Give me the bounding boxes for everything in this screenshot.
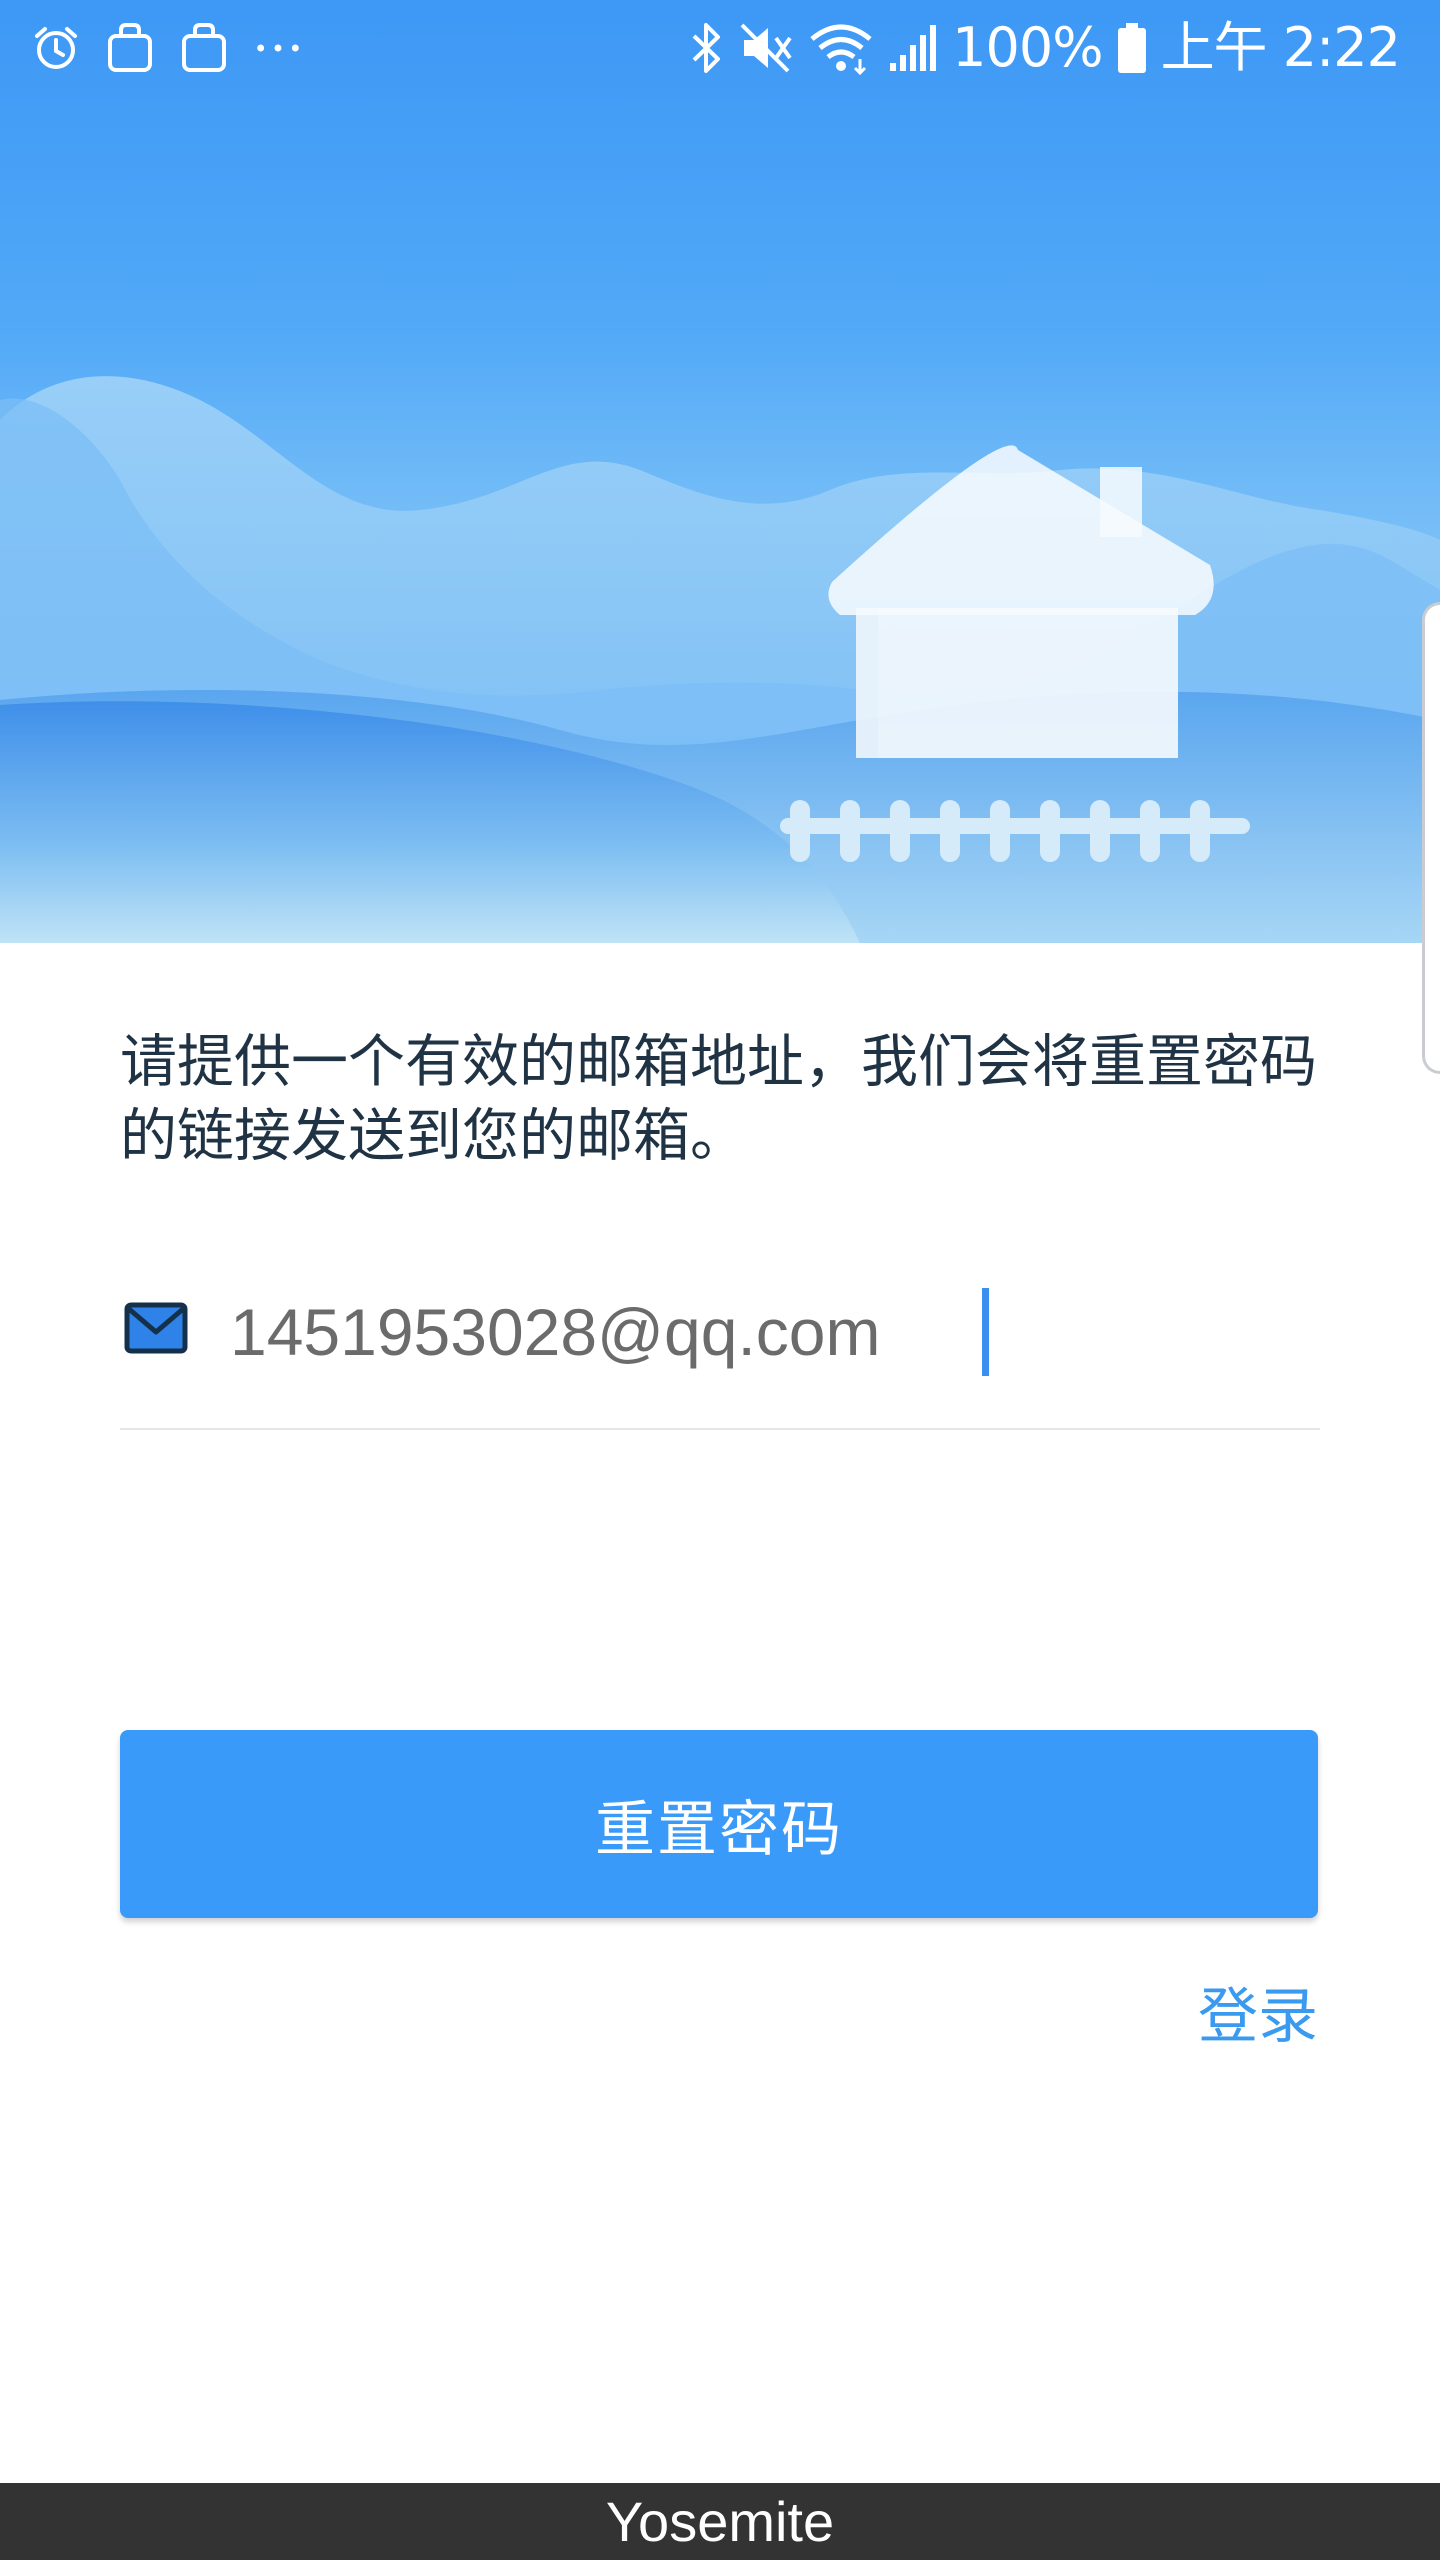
mail-icon [124, 1302, 188, 1356]
battery-percent: 100% [952, 16, 1103, 79]
reset-password-button[interactable]: 重置密码 [120, 1730, 1318, 1918]
edge-panel-handle[interactable] [1422, 602, 1440, 1074]
signal-icon [888, 18, 938, 78]
alarm-icon [30, 22, 82, 74]
mute-icon [738, 18, 794, 78]
caption-bar: Yosemite [0, 2483, 1440, 2560]
status-bar: 100% 上午 2:22 [0, 0, 1440, 100]
battery-icon [1117, 18, 1147, 78]
bag-icon [178, 22, 230, 74]
hero-banner: 100% 上午 2:22 [0, 0, 1440, 943]
more-icon [252, 22, 304, 74]
reset-instructions: 请提供一个有效的邮箱地址，我们会将重置密码的链接发送到您的邮箱。 [120, 1029, 1317, 1169]
email-field-row [120, 1280, 1320, 1430]
email-field[interactable] [230, 1286, 1280, 1378]
email-underline [120, 1428, 1320, 1430]
caption-text: Yosemite [605, 2490, 835, 2553]
bluetooth-icon [688, 18, 724, 78]
house-on-hills-illustration [0, 376, 1440, 943]
login-link[interactable]: 登录 [1198, 1968, 1318, 2055]
bag-icon [104, 22, 156, 74]
clock: 上午 2:22 [1160, 16, 1401, 79]
text-cursor [982, 1288, 989, 1376]
wifi-icon [808, 18, 874, 78]
